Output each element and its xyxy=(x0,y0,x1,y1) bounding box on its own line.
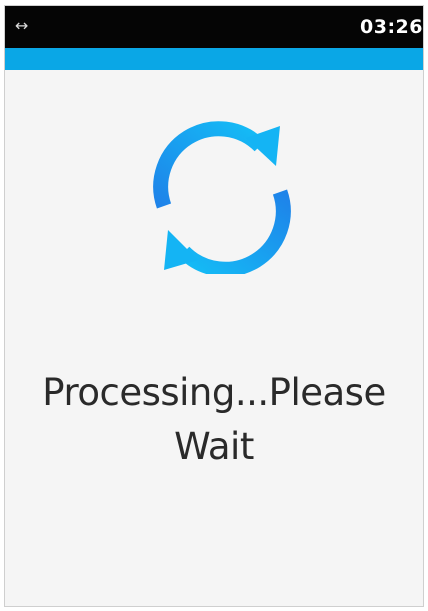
status-bar: ↔ 03:26 xyxy=(5,6,423,48)
processing-message: Processing...Please Wait xyxy=(42,371,386,468)
left-right-arrows-icon: ↔ xyxy=(15,16,29,35)
refresh-spinner-icon xyxy=(153,121,291,274)
accent-bar xyxy=(5,48,423,70)
device-screen: ↔ 03:26 Processing...Please Wait xyxy=(4,5,424,607)
status-time: 03:26 xyxy=(360,16,423,38)
